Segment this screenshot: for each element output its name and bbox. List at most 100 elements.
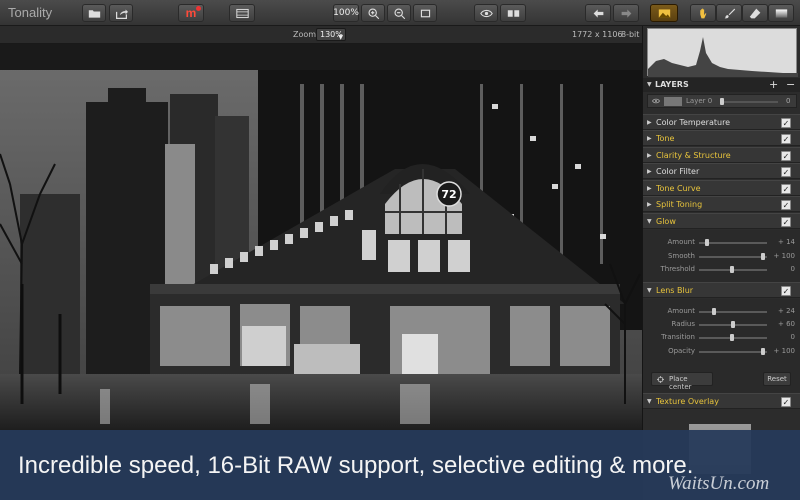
section-label: Split Toning [656, 200, 703, 209]
slider-label: Opacity [668, 347, 695, 355]
gradient-tool-button[interactable] [768, 4, 794, 22]
slider-label: Amount [667, 238, 695, 246]
section-texture-overlay[interactable]: ▼ Texture Overlay ✓ [643, 393, 800, 409]
zoom-in-button[interactable] [361, 4, 385, 22]
folder-icon [88, 9, 100, 18]
section-enable-checkbox[interactable]: ✓ [781, 184, 791, 194]
section-enable-checkbox[interactable]: ✓ [781, 118, 791, 128]
hand-tool-button[interactable] [690, 4, 716, 22]
slider-row: Transition 0 [643, 331, 800, 344]
section-clarity-structure[interactable]: ▶ Clarity & Structure ✓ [643, 147, 800, 163]
slider-row: Amount + 14 [643, 236, 800, 249]
mask-button[interactable]: m [178, 4, 204, 22]
add-layer-button[interactable]: + [769, 78, 778, 91]
mask-label: m [185, 6, 197, 20]
chevron-right-icon: ▶ [647, 152, 652, 159]
chevron-down-icon: ▼ [338, 34, 343, 41]
zoom-out-icon [393, 7, 405, 19]
section-glow[interactable]: ▼ Glow ✓ [643, 213, 800, 229]
landscape-image-icon [658, 8, 670, 18]
zoom-out-button[interactable] [387, 4, 411, 22]
zoom-level: 100% [333, 8, 359, 18]
section-split-toning[interactable]: ▶ Split Toning ✓ [643, 196, 800, 212]
info-bar: Zoom 130% ▼ 1772 x 1106 8-bit [0, 26, 642, 44]
section-lens-blur[interactable]: ▼ Lens Blur ✓ [643, 282, 800, 298]
slider-value: + 60 [778, 320, 795, 328]
brush-icon [724, 8, 735, 18]
slider-track[interactable] [699, 351, 767, 353]
chevron-down-icon[interactable]: ▼ [647, 81, 652, 88]
zoom-in-icon [367, 7, 379, 19]
slider-value: 0 [790, 265, 795, 273]
section-enable-checkbox[interactable]: ✓ [781, 151, 791, 161]
section-enable-checkbox[interactable]: ✓ [781, 200, 791, 210]
slider-value: + 14 [778, 238, 795, 246]
place-center-label: Place center [669, 375, 692, 391]
chevron-right-icon: ▶ [647, 185, 652, 192]
image-dimensions: 1772 x 1106 [572, 30, 623, 39]
slider-knob[interactable] [711, 308, 716, 315]
share-icon [115, 8, 128, 19]
section-enable-checkbox[interactable]: ✓ [781, 217, 791, 227]
slider-knob[interactable] [731, 321, 735, 328]
layer-name: Layer 0 [686, 97, 713, 105]
eye-icon[interactable] [652, 98, 660, 104]
slider-label: Threshold [660, 265, 696, 273]
zoom-label: Zoom [293, 30, 317, 39]
mask-indicator-icon [196, 6, 201, 11]
open-folder-button[interactable] [82, 4, 106, 22]
zoom-actual-button[interactable]: 100% [333, 4, 359, 22]
slider-knob[interactable] [705, 239, 710, 246]
brush-tool-button[interactable] [716, 4, 742, 22]
photo-canvas[interactable]: 72 [0, 44, 642, 430]
layer-opacity-knob[interactable] [720, 98, 724, 105]
slider-knob[interactable] [729, 334, 734, 341]
section-enable-checkbox[interactable]: ✓ [781, 397, 791, 407]
section-tone-curve[interactable]: ▶ Tone Curve ✓ [643, 180, 800, 196]
section-enable-checkbox[interactable]: ✓ [781, 167, 791, 177]
photo-image: 72 [0, 44, 642, 430]
compare-button[interactable] [229, 4, 255, 22]
chevron-right-icon: ▶ [647, 135, 652, 142]
slider-knob[interactable] [729, 266, 734, 273]
slider-value: + 24 [778, 307, 795, 315]
slider-row: Opacity + 100 [643, 345, 800, 358]
chevron-right-icon: ▶ [647, 201, 652, 208]
reset-button[interactable]: Reset [763, 372, 791, 386]
place-center-button[interactable]: Place center [651, 372, 713, 391]
histogram [647, 28, 798, 77]
station-sign-number: 72 [441, 188, 456, 201]
layer-row[interactable]: Layer 0 0 [647, 94, 797, 108]
section-label: Color Temperature [656, 118, 731, 127]
split-view-button[interactable] [500, 4, 526, 22]
slider-row: Threshold 0 [643, 263, 800, 276]
chevron-right-icon: ▶ [647, 119, 652, 126]
glow-controls: Amount + 14 Smooth + 100 Threshold 0 [643, 230, 800, 282]
split-view-icon [507, 9, 519, 17]
share-button[interactable] [109, 4, 133, 22]
remove-layer-button[interactable]: − [786, 78, 795, 91]
section-color-filter[interactable]: ▶ Color Filter ✓ [643, 163, 800, 179]
slider-track[interactable] [699, 242, 767, 244]
undo-button[interactable] [585, 4, 611, 22]
slider-knob[interactable] [761, 253, 766, 260]
layer-opacity-slider[interactable] [720, 101, 778, 103]
eraser-tool-button[interactable] [742, 4, 768, 22]
slider-track[interactable] [699, 256, 767, 258]
section-label: Lens Blur [656, 286, 694, 295]
section-label: Tone [656, 134, 675, 143]
redo-button[interactable] [613, 4, 639, 22]
chevron-right-icon: ▶ [647, 168, 652, 175]
section-enable-checkbox[interactable]: ✓ [781, 134, 791, 144]
main-toolbar: Tonality m 100% [0, 0, 800, 26]
preview-button[interactable] [474, 4, 498, 22]
slider-track[interactable] [699, 311, 767, 313]
slider-knob[interactable] [761, 348, 766, 355]
fit-screen-button[interactable] [413, 4, 437, 22]
app-title: Tonality [8, 5, 53, 20]
section-enable-checkbox[interactable]: ✓ [781, 286, 791, 296]
section-color-temperature[interactable]: ▶ Color Temperature ✓ [643, 114, 800, 130]
adjustments-tab-button[interactable] [650, 4, 678, 22]
zoom-select[interactable]: 130% ▼ [316, 28, 346, 41]
section-tone[interactable]: ▶ Tone ✓ [643, 130, 800, 146]
